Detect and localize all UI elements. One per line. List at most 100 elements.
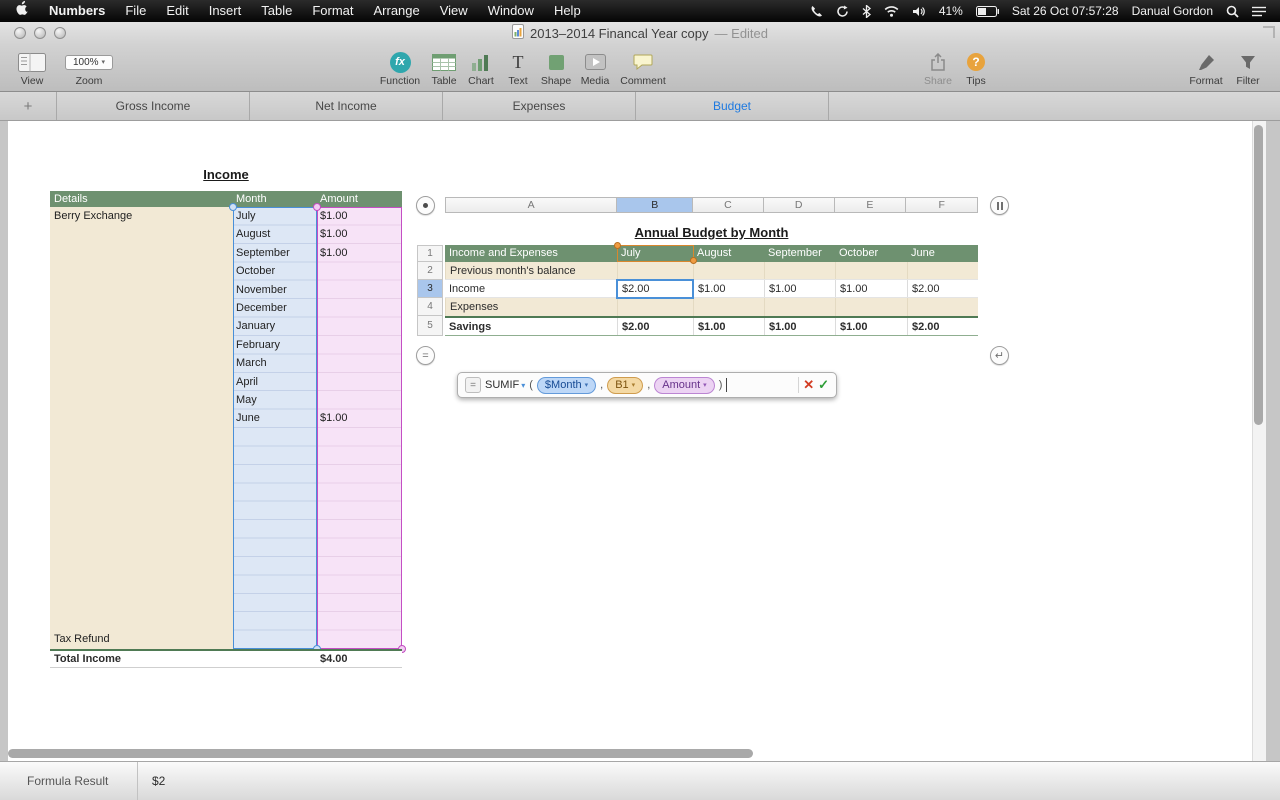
menu-help[interactable]: Help: [544, 0, 591, 22]
total-label[interactable]: Total Income: [50, 651, 233, 667]
chart-button[interactable]: Chart: [462, 50, 500, 87]
cell-d1[interactable]: September: [764, 245, 835, 262]
cell-c3[interactable]: $1.00: [693, 280, 764, 297]
cell-d3[interactable]: $1.00: [764, 280, 835, 297]
formula-grip-icon[interactable]: =: [465, 377, 481, 393]
cell-c4[interactable]: [693, 298, 764, 316]
reference-handle[interactable]: [690, 257, 697, 264]
cell-details[interactable]: [50, 354, 233, 372]
cell-e1[interactable]: October: [835, 245, 907, 262]
menu-user[interactable]: Danual Gordon: [1132, 4, 1213, 18]
cell-d4[interactable]: [764, 298, 835, 316]
formula-editor[interactable]: = SUMIF ▾ ( $Month ▾ , B1 ▾ , Amount ▾ )…: [457, 372, 837, 398]
pause-handle-button[interactable]: [990, 196, 1009, 215]
menu-window[interactable]: Window: [478, 0, 544, 22]
share-button[interactable]: Share: [916, 50, 960, 87]
battery-icon[interactable]: [975, 5, 999, 17]
sync-icon[interactable]: [836, 5, 849, 18]
tab-net-income[interactable]: Net Income: [250, 92, 443, 120]
column-ref-a[interactable]: A: [446, 198, 618, 212]
notification-center-icon[interactable]: [1252, 6, 1266, 17]
row-ref-3[interactable]: 3: [418, 280, 442, 298]
cell-details[interactable]: [50, 409, 233, 427]
spotlight-icon[interactable]: [1226, 5, 1239, 18]
selection-handle[interactable]: [229, 203, 237, 211]
close-button[interactable]: [14, 27, 26, 39]
formula-result-label[interactable]: Formula Result: [27, 774, 108, 788]
apple-menu[interactable]: [6, 0, 39, 22]
row-ref-1[interactable]: 1: [418, 246, 442, 262]
menu-format[interactable]: Format: [302, 0, 363, 22]
filter-button[interactable]: Filter: [1227, 50, 1269, 87]
cell-details[interactable]: [50, 336, 233, 354]
add-sheet-button[interactable]: +: [0, 92, 57, 120]
total-month-cell[interactable]: [233, 651, 317, 667]
menu-clock[interactable]: Sat 26 Oct 07:57:28: [1012, 4, 1119, 18]
cell-e2[interactable]: [835, 262, 907, 279]
cell-d2[interactable]: [764, 262, 835, 279]
comment-button[interactable]: Comment: [614, 50, 672, 87]
cell-details[interactable]: [50, 225, 233, 243]
volume-icon[interactable]: [912, 6, 926, 17]
formula-arg-b1[interactable]: B1 ▾: [607, 376, 644, 394]
cell-details[interactable]: [50, 299, 233, 317]
window-resize-grip[interactable]: [1263, 26, 1275, 38]
table-handle-button[interactable]: [416, 196, 435, 215]
cell-c5[interactable]: $1.00: [693, 318, 764, 335]
cell-a4[interactable]: Expenses: [445, 298, 617, 316]
function-button[interactable]: fx Function: [377, 50, 423, 87]
cell-d5[interactable]: $1.00: [764, 318, 835, 335]
battery-percentage[interactable]: 41%: [939, 4, 963, 18]
menu-file[interactable]: File: [115, 0, 156, 22]
cell-b2[interactable]: [617, 262, 693, 279]
table-button[interactable]: Table: [423, 50, 465, 87]
cell-details[interactable]: Berry Exchange: [50, 207, 233, 225]
menu-view[interactable]: View: [430, 0, 478, 22]
selection-handle[interactable]: [313, 203, 321, 211]
menu-insert[interactable]: Insert: [199, 0, 252, 22]
cancel-formula-button[interactable]: ✕: [803, 377, 814, 393]
bluetooth-icon[interactable]: [862, 4, 871, 18]
view-button[interactable]: View: [10, 50, 54, 87]
equals-handle-button[interactable]: =: [416, 346, 435, 365]
zoom-control[interactable]: 100% ▾ Zoom: [62, 50, 116, 87]
cell-b5[interactable]: $2.00: [617, 318, 693, 335]
header-amount[interactable]: Amount: [317, 191, 402, 207]
cell-details[interactable]: Tax Refund: [50, 630, 233, 648]
vertical-scrollbar-thumb[interactable]: [1254, 125, 1263, 425]
cell-details[interactable]: [50, 391, 233, 409]
cell-f1[interactable]: June: [907, 245, 978, 262]
cell-b4[interactable]: [617, 298, 693, 316]
zoom-dropdown[interactable]: 100% ▾: [65, 54, 113, 70]
cell-a3[interactable]: Income: [445, 280, 617, 297]
tab-expenses[interactable]: Expenses: [443, 92, 636, 120]
minimize-button[interactable]: [34, 27, 46, 39]
phone-icon[interactable]: [810, 5, 823, 18]
function-dropdown[interactable]: SUMIF ▾: [485, 379, 525, 391]
cell-e4[interactable]: [835, 298, 907, 316]
formula-arg-month[interactable]: $Month ▾: [536, 376, 597, 394]
column-ref-b[interactable]: B: [617, 198, 694, 212]
cell-c1[interactable]: August: [693, 245, 764, 262]
header-details[interactable]: Details: [50, 191, 233, 207]
row-ref-5[interactable]: 5: [418, 316, 442, 335]
cell-a2[interactable]: Previous month's balance: [445, 262, 617, 279]
shape-button[interactable]: Shape: [536, 50, 576, 87]
total-amount[interactable]: $4.00: [317, 651, 402, 667]
cell-a5[interactable]: Savings: [445, 318, 617, 335]
column-ref-f[interactable]: F: [906, 198, 977, 212]
formula-arg-amount[interactable]: Amount ▾: [654, 376, 715, 394]
cell-details[interactable]: [50, 373, 233, 391]
cell-f2[interactable]: [907, 262, 978, 279]
cell-f4[interactable]: [907, 298, 978, 316]
cell-details[interactable]: [50, 262, 233, 280]
cell-details[interactable]: [50, 317, 233, 335]
row-ref-2[interactable]: 2: [418, 262, 442, 280]
reference-handle[interactable]: [614, 242, 621, 249]
column-ref-d[interactable]: D: [764, 198, 835, 212]
column-ref-c[interactable]: C: [693, 198, 764, 212]
media-button[interactable]: Media: [576, 50, 614, 87]
row-ref-4[interactable]: 4: [418, 298, 442, 316]
header-month[interactable]: Month: [233, 191, 317, 207]
return-handle-button[interactable]: ↵: [990, 346, 1009, 365]
